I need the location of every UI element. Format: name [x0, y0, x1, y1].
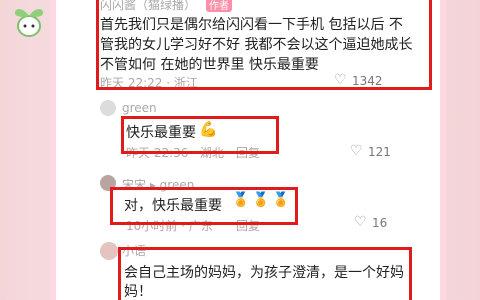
like-heart-icon[interactable]: ♡	[354, 214, 367, 230]
highlight-box	[110, 187, 298, 225]
like-count: 121	[368, 145, 391, 159]
like-heart-icon[interactable]: ♡	[350, 143, 363, 159]
sprout-mascot-icon	[12, 0, 46, 38]
avatar[interactable]	[100, 242, 118, 260]
highlight-box	[96, 0, 432, 90]
highlight-box	[118, 247, 412, 300]
avatar[interactable]	[100, 100, 116, 116]
like-count: 16	[372, 216, 388, 230]
highlight-box	[121, 116, 279, 154]
comment-author[interactable]: green	[122, 101, 157, 115]
